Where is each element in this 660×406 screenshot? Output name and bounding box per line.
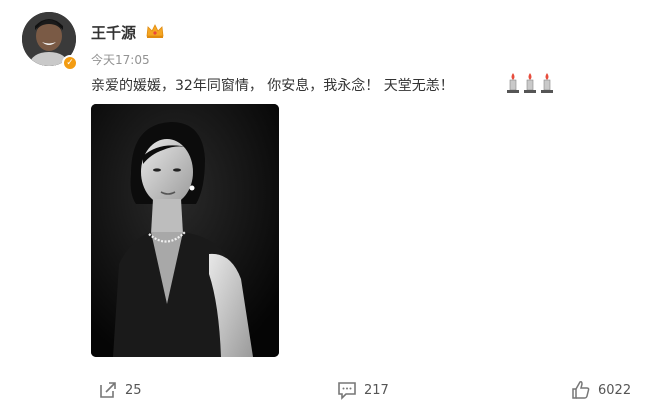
candle-icon	[507, 73, 519, 93]
comment-icon	[338, 382, 356, 400]
post-text: 亲爱的媛媛，32年同窗情， 你安息，我永念！ 天堂无恙！	[91, 78, 454, 94]
share-count: 25	[125, 382, 142, 398]
comment-button[interactable]: 217	[337, 380, 389, 400]
author-name[interactable]: 王千源	[91, 22, 136, 43]
share-button[interactable]: 25	[98, 380, 142, 400]
like-button[interactable]: 6022	[571, 380, 631, 400]
comment-count: 217	[364, 382, 389, 398]
candle-icon	[541, 73, 553, 93]
candle-emoji-group	[506, 72, 554, 94]
post-image[interactable]	[91, 104, 279, 357]
thumbs-up-icon	[572, 381, 590, 399]
post-timestamp[interactable]: 今天17:05	[91, 51, 150, 68]
share-icon	[100, 382, 116, 398]
like-count: 6022	[598, 382, 632, 398]
verified-badge-icon: ✓	[62, 55, 78, 71]
crown-icon[interactable]	[145, 23, 165, 39]
candle-icon	[524, 73, 536, 93]
portrait-photo	[91, 104, 279, 357]
